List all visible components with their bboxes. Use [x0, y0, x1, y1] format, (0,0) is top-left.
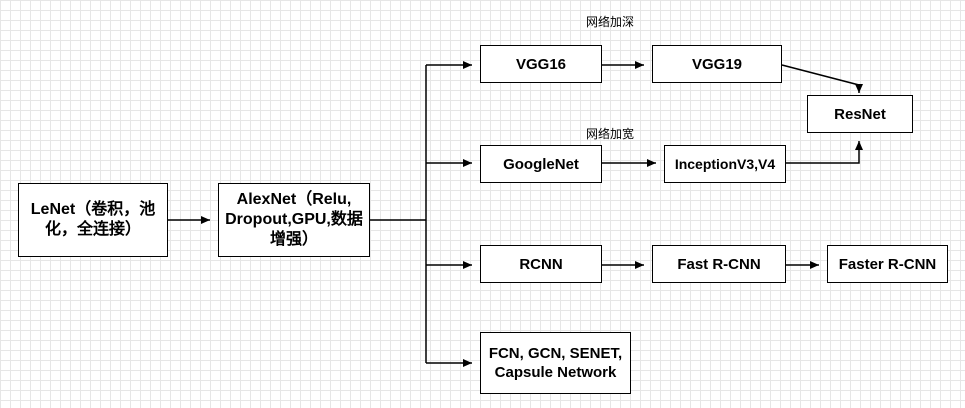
- edge-vgg19-resnet: [781, 64, 863, 93]
- node-resnet[interactable]: ResNet: [807, 95, 913, 133]
- node-googlenet[interactable]: GoogleNet: [480, 145, 602, 183]
- node-inception[interactable]: InceptionV3,V4: [664, 145, 786, 183]
- node-fast-rcnn[interactable]: Fast R-CNN: [652, 245, 786, 283]
- node-rcnn[interactable]: RCNN: [480, 245, 602, 283]
- note-network-wider: 网络加宽: [586, 127, 635, 141]
- node-vgg19[interactable]: VGG19: [652, 45, 782, 83]
- node-alexnet[interactable]: AlexNet（Relu, Dropout,GPU,数据增强）: [218, 183, 370, 257]
- edge-inception-resnet: [786, 141, 863, 164]
- node-fcn-gcn-senet-capsule[interactable]: FCN, GCN, SENET, Capsule Network: [480, 332, 631, 394]
- node-faster-rcnn[interactable]: Faster R-CNN: [827, 245, 948, 283]
- node-vgg16[interactable]: VGG16: [480, 45, 602, 83]
- note-network-deeper: 网络加深: [586, 15, 635, 29]
- node-lenet[interactable]: LeNet（卷积，池化，全连接）: [18, 183, 168, 257]
